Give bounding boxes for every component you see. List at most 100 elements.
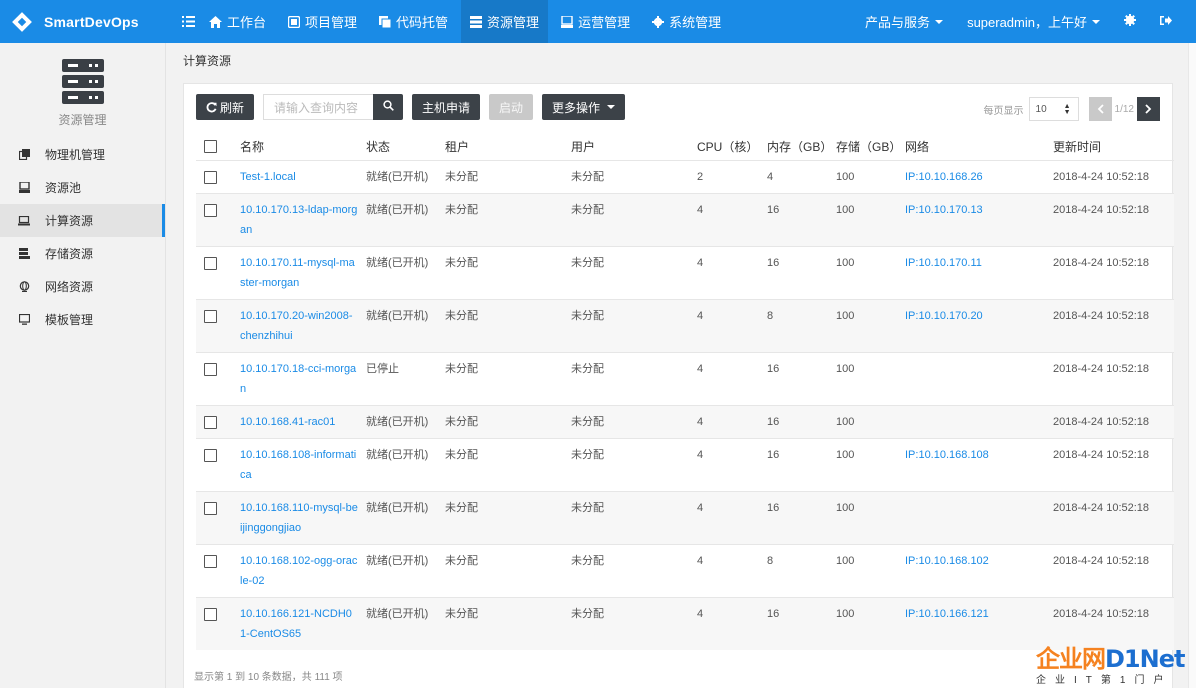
row-checkbox[interactable] bbox=[204, 203, 217, 217]
row-name-link[interactable]: 10.10.170.18-cci-morgan bbox=[232, 351, 358, 405]
row-memory: 8 bbox=[759, 543, 828, 597]
row-network-link[interactable] bbox=[897, 404, 1045, 438]
row-checkbox[interactable] bbox=[204, 415, 217, 429]
apply-host-button[interactable]: 主机申请 bbox=[412, 94, 481, 120]
page-size-select[interactable]: 10 ▲ ▼ bbox=[1028, 97, 1079, 121]
row-name-link[interactable]: 10.10.168.108-informatica bbox=[232, 437, 358, 491]
col-name-header[interactable]: 名称 bbox=[232, 133, 358, 160]
nav-item-projects[interactable]: 项目管理 bbox=[279, 0, 366, 43]
nav-item-operations[interactable]: 运营管理 bbox=[552, 0, 639, 43]
sidebar-item-pool[interactable]: 资源池 bbox=[0, 171, 165, 204]
col-memory-header[interactable]: 内存（GB） bbox=[759, 133, 832, 160]
chevron-down-icon bbox=[1092, 19, 1100, 24]
row-name-link[interactable]: 10.10.170.20-win2008-chenzhihui bbox=[232, 298, 358, 352]
row-name-link[interactable]: 10.10.168.102-ogg-oracle-02 bbox=[232, 543, 358, 597]
row-network-link[interactable]: IP:10.10.170.13 bbox=[897, 192, 1045, 246]
sidebar-header: 资源管理 bbox=[0, 43, 165, 138]
globe-icon bbox=[18, 281, 30, 293]
col-status-header[interactable]: 状态 bbox=[358, 133, 437, 160]
next-page-button[interactable] bbox=[1137, 97, 1160, 121]
prev-page-button[interactable] bbox=[1088, 97, 1112, 121]
row-status: 就绪(已开机) bbox=[358, 437, 437, 491]
page-info: 1/12 bbox=[1114, 103, 1134, 115]
row-storage: 100 bbox=[828, 404, 897, 438]
row-status: 就绪(已开机) bbox=[358, 404, 437, 438]
row-network-link[interactable]: IP:10.10.168.102 bbox=[897, 543, 1045, 597]
chevron-down-icon bbox=[935, 19, 944, 24]
search-input[interactable]: 请输入查询内容 bbox=[263, 94, 374, 120]
nav-item-code[interactable]: 代码托管 bbox=[370, 0, 457, 43]
table-row[interactable]: 10.10.170.11-mysql-master-morgan 就绪(已开机)… bbox=[196, 245, 1174, 299]
row-checkbox[interactable] bbox=[204, 607, 217, 621]
select-all-checkbox[interactable] bbox=[204, 140, 217, 154]
row-user: 未分配 bbox=[563, 192, 689, 246]
brand[interactable]: SmartDevOps bbox=[0, 0, 166, 43]
sidebar-item-storage[interactable]: 存储资源 bbox=[0, 237, 165, 270]
menu-toggle-icon[interactable] bbox=[180, 0, 196, 43]
more-actions-button[interactable]: 更多操作 bbox=[542, 94, 626, 120]
sidebar-item-physical[interactable]: 物理机管理 bbox=[0, 138, 165, 171]
row-name-link[interactable]: Test-1.local bbox=[232, 159, 358, 193]
table-row[interactable]: 10.10.170.13-ldap-morgan 就绪(已开机) 未分配 未分配… bbox=[196, 192, 1174, 246]
row-network-link[interactable]: IP:10.10.170.11 bbox=[897, 245, 1045, 299]
row-name-link[interactable]: 10.10.168.110-mysql-beijinggongjiao bbox=[232, 490, 358, 544]
row-checkbox[interactable] bbox=[204, 309, 217, 323]
table-row[interactable]: 10.10.168.108-informatica 就绪(已开机) 未分配 未分… bbox=[196, 437, 1174, 491]
table-row[interactable]: 10.10.168.110-mysql-beijinggongjiao 就绪(已… bbox=[196, 490, 1174, 544]
table-row[interactable]: 10.10.168.41-rac01 就绪(已开机) 未分配 未分配 4 16 … bbox=[196, 404, 1174, 438]
row-name-link[interactable]: 10.10.166.121-NCDH01-CentOS65 bbox=[232, 596, 358, 650]
scrollbar-track[interactable] bbox=[1188, 43, 1196, 688]
col-cpu-header[interactable]: CPU（核） bbox=[689, 133, 759, 160]
logout-button[interactable] bbox=[1148, 0, 1196, 43]
refresh-button[interactable]: 刷新 bbox=[196, 94, 255, 120]
col-updated-header[interactable]: 更新时间 bbox=[1045, 133, 1174, 160]
chevron-down-icon bbox=[607, 105, 616, 109]
search-button[interactable] bbox=[373, 94, 404, 120]
user-menu[interactable]: superadmin，上午好 bbox=[955, 0, 1112, 43]
row-network-link[interactable]: IP:10.10.168.108 bbox=[897, 437, 1045, 491]
start-button[interactable]: 启动 bbox=[489, 94, 534, 120]
row-checkbox[interactable] bbox=[204, 256, 217, 270]
table-row[interactable]: 10.10.166.121-NCDH01-CentOS65 就绪(已开机) 未分… bbox=[196, 596, 1174, 650]
row-checkbox[interactable] bbox=[204, 170, 217, 184]
table-row[interactable]: 10.10.170.18-cci-morgan 已停止 未分配 未分配 4 16… bbox=[196, 351, 1174, 405]
row-network-link[interactable] bbox=[897, 490, 1045, 544]
row-network-link[interactable]: IP:10.10.166.121 bbox=[897, 596, 1045, 650]
row-checkbox[interactable] bbox=[204, 448, 217, 462]
products-dropdown[interactable]: 产品与服务 bbox=[853, 0, 955, 43]
row-checkbox[interactable] bbox=[204, 501, 217, 515]
row-cpu: 4 bbox=[689, 404, 759, 438]
row-name-link[interactable]: 10.10.168.41-rac01 bbox=[232, 404, 358, 438]
row-user: 未分配 bbox=[563, 437, 689, 491]
sidebar-item-label: 模板管理 bbox=[45, 313, 94, 327]
settings-button[interactable] bbox=[1112, 0, 1148, 43]
laptop-icon bbox=[18, 215, 30, 227]
row-memory: 16 bbox=[759, 437, 828, 491]
watermark-text-b: D1Net bbox=[1105, 645, 1185, 673]
row-name-link[interactable]: 10.10.170.13-ldap-morgan bbox=[232, 192, 358, 246]
nav-item-resources[interactable]: 资源管理 bbox=[461, 0, 549, 43]
sidebar-item-template[interactable]: 模板管理 bbox=[0, 303, 165, 336]
row-tenant: 未分配 bbox=[437, 298, 563, 352]
row-name-link[interactable]: 10.10.170.11-mysql-master-morgan bbox=[232, 245, 358, 299]
row-cpu: 4 bbox=[689, 245, 759, 299]
sidebar-item-compute[interactable]: 计算资源 bbox=[0, 204, 165, 237]
col-user-header[interactable]: 用户 bbox=[563, 133, 689, 160]
copy-icon bbox=[18, 149, 30, 161]
col-storage-header[interactable]: 存储（GB） bbox=[828, 133, 901, 160]
col-tenant-header[interactable]: 租户 bbox=[437, 133, 563, 160]
col-network-header[interactable]: 网络 bbox=[897, 133, 1045, 160]
table-row[interactable]: 10.10.170.20-win2008-chenzhihui 就绪(已开机) … bbox=[196, 298, 1174, 352]
sidebar-item-network[interactable]: 网络资源 bbox=[0, 270, 165, 303]
table-row[interactable]: 10.10.168.102-ogg-oracle-02 就绪(已开机) 未分配 … bbox=[196, 543, 1174, 597]
row-network-link[interactable]: IP:10.10.170.20 bbox=[897, 298, 1045, 352]
row-checkbox[interactable] bbox=[204, 554, 217, 568]
nav-item-system[interactable]: 系统管理 bbox=[643, 0, 730, 43]
row-checkbox[interactable] bbox=[204, 362, 217, 376]
nav-item-workbench[interactable]: 工作台 bbox=[200, 0, 275, 43]
table-row[interactable]: Test-1.local 就绪(已开机) 未分配 未分配 2 4 100 IP:… bbox=[196, 159, 1174, 193]
row-updated: 2018-4-24 10:52:18 bbox=[1045, 245, 1174, 299]
row-network-link[interactable]: IP:10.10.168.26 bbox=[897, 159, 1045, 193]
search-placeholder: 请输入查询内容 bbox=[274, 100, 359, 115]
row-network-link[interactable] bbox=[897, 351, 1045, 405]
